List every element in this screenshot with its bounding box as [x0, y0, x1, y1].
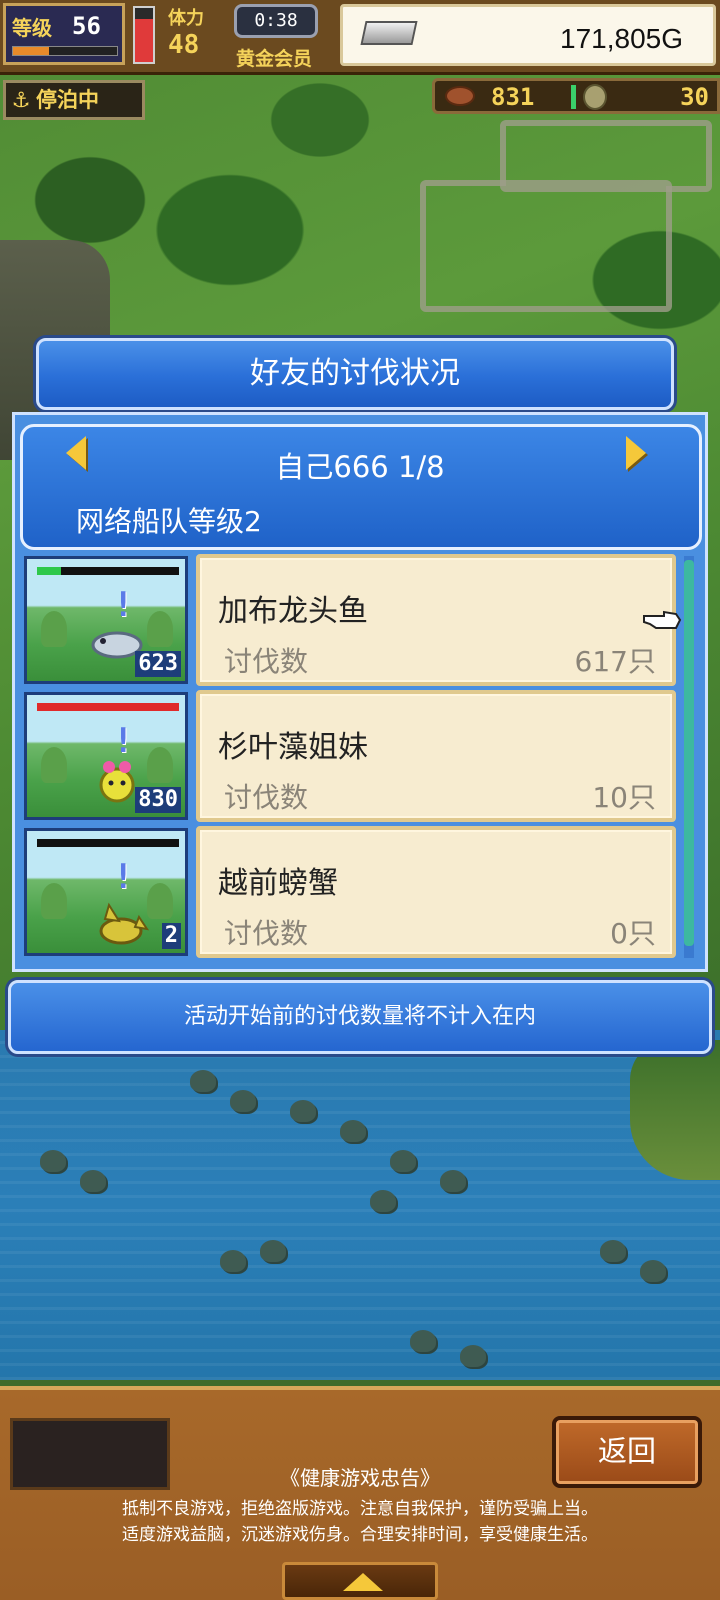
- resource-bar: 831 30: [432, 78, 720, 114]
- gold-member-label[interactable]: 黄金会员: [236, 44, 312, 71]
- monster-count: 830: [135, 787, 181, 813]
- monster-hp-bar: [37, 567, 179, 575]
- stone-wall-scenery: [500, 120, 712, 192]
- rock-scenery: [640, 1260, 666, 1282]
- kill-count-value: 0只: [610, 917, 656, 950]
- list-item[interactable]: ! 2 越前螃蟹 讨伐数 0只: [20, 826, 684, 960]
- expand-up-icon: [343, 1573, 383, 1591]
- anchor-icon: ⚓: [11, 88, 31, 112]
- kill-count-label: 讨伐数: [224, 781, 309, 814]
- monster-card[interactable]: 越前螃蟹 讨伐数 0只: [196, 826, 676, 958]
- monster-hp-bar: [37, 703, 179, 711]
- rock-scenery: [600, 1240, 626, 1262]
- crab-monster-icon: [99, 902, 150, 945]
- exp-bar: [12, 46, 118, 56]
- friend-name-page: 自己666 1/8: [275, 450, 445, 484]
- rock-scenery: [220, 1250, 246, 1272]
- rock-scenery: [460, 1345, 486, 1367]
- monster-thumbnail: ! 623: [24, 556, 188, 684]
- health-advice-title: 《健康游戏忠告》: [280, 1466, 440, 1490]
- stamina-value: 48: [168, 30, 200, 60]
- kill-count-label: 讨伐数: [224, 645, 309, 678]
- monster-list[interactable]: ! 623 加布龙头鱼 讨伐数 617只 ! 830 杉叶藻姐妹 讨伐数 10只: [20, 554, 684, 964]
- alert-icon: !: [113, 585, 134, 625]
- alert-icon: !: [113, 857, 134, 897]
- dialog-title: 好友的讨伐状况: [36, 338, 674, 410]
- level-indicator: 等级 56: [3, 3, 125, 65]
- exp-bar-fill: [13, 47, 50, 55]
- meat-icon: [445, 86, 475, 106]
- monster-thumbnail: ! 2: [24, 828, 188, 956]
- tree-scenery: [41, 747, 67, 783]
- top-status-bar: 等级 56 体力 48 0:38 黄金会员 171,805G: [0, 0, 720, 75]
- stamina-label: 体力: [168, 8, 204, 29]
- tree-scenery: [147, 611, 173, 647]
- list-item[interactable]: ! 830 杉叶藻姐妹 讨伐数 10只: [20, 690, 684, 824]
- kill-count-value: 617只: [574, 645, 656, 678]
- tree-scenery: [147, 747, 173, 783]
- anchor-status-badge[interactable]: ⚓ 停泊中: [3, 80, 145, 120]
- monster-name: 越前螃蟹: [218, 866, 338, 901]
- rock-scenery: [290, 1100, 316, 1122]
- stamina-gauge-fill: [135, 18, 153, 62]
- monster-thumbnail: ! 830: [24, 692, 188, 820]
- stamina-gauge: [133, 6, 155, 64]
- shore-scenery: [630, 1040, 720, 1180]
- health-advice-line: 抵制不良游戏，拒绝盗版游戏。注意自我保护，谨防受骗上当。: [122, 1499, 598, 1519]
- rock-scenery: [340, 1120, 366, 1142]
- coin-icon: [583, 84, 607, 110]
- level-label: 等级: [12, 16, 52, 40]
- monster-card[interactable]: 杉叶藻姐妹 讨伐数 10只: [196, 690, 676, 822]
- meat-value: 831: [491, 83, 535, 111]
- monster-hp-bar: [37, 839, 179, 847]
- level-value: 56: [72, 12, 101, 40]
- list-item[interactable]: ! 623 加布龙头鱼 讨伐数 617只: [20, 554, 684, 688]
- silver-ingot-icon: [360, 21, 418, 45]
- anchor-status-label: 停泊中: [36, 88, 99, 112]
- stamina-timer: 0:38: [234, 4, 318, 38]
- health-advice-line: 适度游戏益脑，沉迷游戏伤身。合理安排时间，享受健康生活。: [122, 1525, 598, 1545]
- hand-pointer-icon: [643, 610, 682, 629]
- rock-scenery: [440, 1170, 466, 1192]
- scrollbar-thumb[interactable]: [684, 560, 694, 946]
- monster-card[interactable]: 加布龙头鱼 讨伐数 617只: [196, 554, 676, 686]
- stone-wall-scenery: [420, 180, 672, 312]
- rock-scenery: [260, 1240, 286, 1262]
- arrow-right-icon[interactable]: [626, 436, 646, 470]
- monster-name: 加布龙头鱼: [218, 594, 368, 629]
- coin-value: 30: [680, 83, 709, 111]
- kill-count-label: 讨伐数: [224, 917, 309, 950]
- expand-menu-button[interactable]: [282, 1562, 438, 1600]
- gold-display: 171,805G: [340, 4, 716, 66]
- notice-bar: 活动开始前的讨伐数量将不计入在内: [8, 980, 712, 1054]
- monster-count: 623: [135, 651, 181, 677]
- rock-scenery: [390, 1150, 416, 1172]
- fleet-level: 网络船队等级2: [76, 505, 262, 538]
- monster-hp-fill: [37, 703, 179, 711]
- list-scrollbar[interactable]: [684, 556, 694, 958]
- arrow-left-icon[interactable]: [66, 436, 86, 470]
- sea-scenery: [0, 1030, 720, 1380]
- monster-name: 杉叶藻姐妹: [218, 730, 368, 765]
- resource-divider: [571, 85, 576, 109]
- rock-scenery: [190, 1070, 216, 1092]
- tree-scenery: [41, 611, 67, 647]
- rock-scenery: [230, 1090, 256, 1112]
- tree-scenery: [41, 883, 67, 919]
- rock-scenery: [80, 1170, 106, 1192]
- gold-value: 171,805G: [560, 23, 683, 54]
- kill-count-value: 10只: [592, 781, 656, 814]
- monster-hp-fill: [37, 567, 62, 575]
- rock-scenery: [410, 1330, 436, 1352]
- alert-icon: !: [113, 721, 134, 761]
- rock-scenery: [370, 1190, 396, 1212]
- rock-scenery: [40, 1150, 66, 1172]
- monster-count: 2: [161, 923, 181, 949]
